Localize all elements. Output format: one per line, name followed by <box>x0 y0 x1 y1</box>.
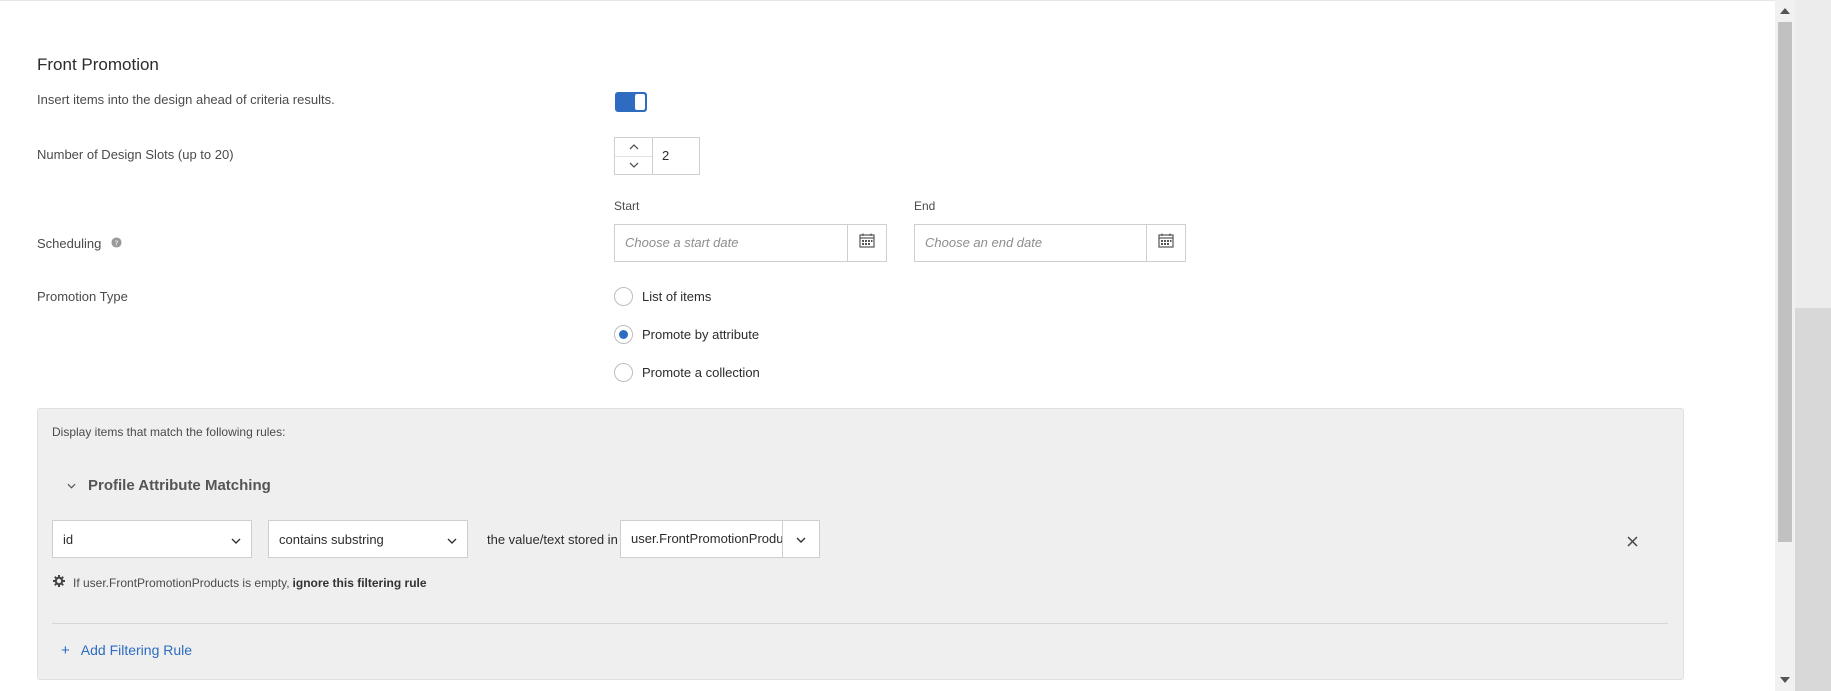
top-divider <box>0 0 1775 1</box>
rules-intro: Display items that match the following r… <box>52 425 286 439</box>
scroll-down-icon[interactable] <box>1775 669 1795 691</box>
rule-group-title: Profile Attribute Matching <box>88 476 271 494</box>
section-title: Front Promotion <box>37 55 159 74</box>
radio-label: List of items <box>642 289 712 304</box>
design-slots-label: Number of Design Slots (up to 20) <box>37 147 234 162</box>
connector-text: the value/text stored in <box>487 532 618 547</box>
empty-rule-note: If user.FrontPromotionProducts is empty,… <box>53 575 427 590</box>
rule-group-header[interactable]: Profile Attribute Matching <box>67 476 271 494</box>
plus-icon: + <box>61 641 70 659</box>
end-date-input[interactable]: Choose an end date <box>915 225 1146 261</box>
chevron-up-icon[interactable] <box>615 138 652 157</box>
promotion-type-label: Promotion Type <box>37 289 128 304</box>
radio-button[interactable] <box>614 363 633 382</box>
help-icon[interactable]: ? <box>111 236 122 251</box>
scheduling-row-label: Scheduling ? <box>37 236 122 251</box>
radio-promote-by-attribute[interactable]: Promote by attribute <box>614 325 759 344</box>
add-filtering-rule-label: Add Filtering Rule <box>80 642 193 658</box>
end-label: End <box>914 199 936 213</box>
attribute-select[interactable]: id <box>52 520 252 558</box>
add-filtering-rule-button[interactable]: + Add Filtering Rule <box>61 642 192 658</box>
rules-divider <box>52 623 1668 624</box>
close-icon[interactable] <box>1627 534 1638 552</box>
ignore-rule-link[interactable]: ignore this filtering rule <box>293 576 427 590</box>
source-input[interactable]: user.FrontPromotionProdu <box>621 521 782 557</box>
start-date-input[interactable]: Choose a start date <box>615 225 847 261</box>
gear-icon[interactable] <box>53 575 65 590</box>
scrollbar-thumb[interactable] <box>1778 22 1792 542</box>
source-dropdown-button[interactable] <box>782 521 819 557</box>
operator-select[interactable]: contains substring <box>268 520 468 558</box>
radio-button[interactable] <box>614 287 633 306</box>
radio-promote-a-collection[interactable]: Promote a collection <box>614 363 760 382</box>
design-slots-value[interactable]: 2 <box>653 138 699 174</box>
front-promotion-toggle[interactable] <box>615 92 647 112</box>
window-gutter-lower <box>1795 308 1831 691</box>
start-date-field[interactable]: Choose a start date <box>614 224 887 262</box>
chevron-down-icon[interactable] <box>67 476 76 494</box>
start-label: Start <box>614 199 640 213</box>
calendar-icon <box>859 233 875 253</box>
end-date-field[interactable]: Choose an end date <box>914 224 1186 262</box>
radio-label: Promote by attribute <box>642 327 760 342</box>
start-calendar-button[interactable] <box>847 225 886 261</box>
design-slots-stepper[interactable]: 2 <box>614 137 700 175</box>
chevron-down-icon <box>796 530 806 548</box>
chevron-down-icon <box>447 532 457 547</box>
front-promotion-label: Insert items into the design ahead of cr… <box>37 92 335 107</box>
empty-rule-prefix: If user.FrontPromotionProducts is empty, <box>73 575 290 590</box>
operator-value: contains substring <box>279 531 384 547</box>
chevron-down-icon <box>231 532 241 547</box>
radio-list-of-items[interactable]: List of items <box>614 287 711 306</box>
source-combobox[interactable]: user.FrontPromotionProdu <box>620 520 820 558</box>
calendar-icon <box>1158 233 1174 253</box>
radio-button[interactable] <box>614 325 633 344</box>
radio-label: Promote a collection <box>642 365 760 380</box>
attribute-value: id <box>63 531 74 547</box>
scheduling-label: Scheduling <box>37 236 102 251</box>
chevron-down-icon[interactable] <box>615 157 652 175</box>
end-calendar-button[interactable] <box>1146 225 1185 261</box>
svg-text:?: ? <box>115 238 119 247</box>
scroll-up-icon[interactable] <box>1775 0 1795 22</box>
